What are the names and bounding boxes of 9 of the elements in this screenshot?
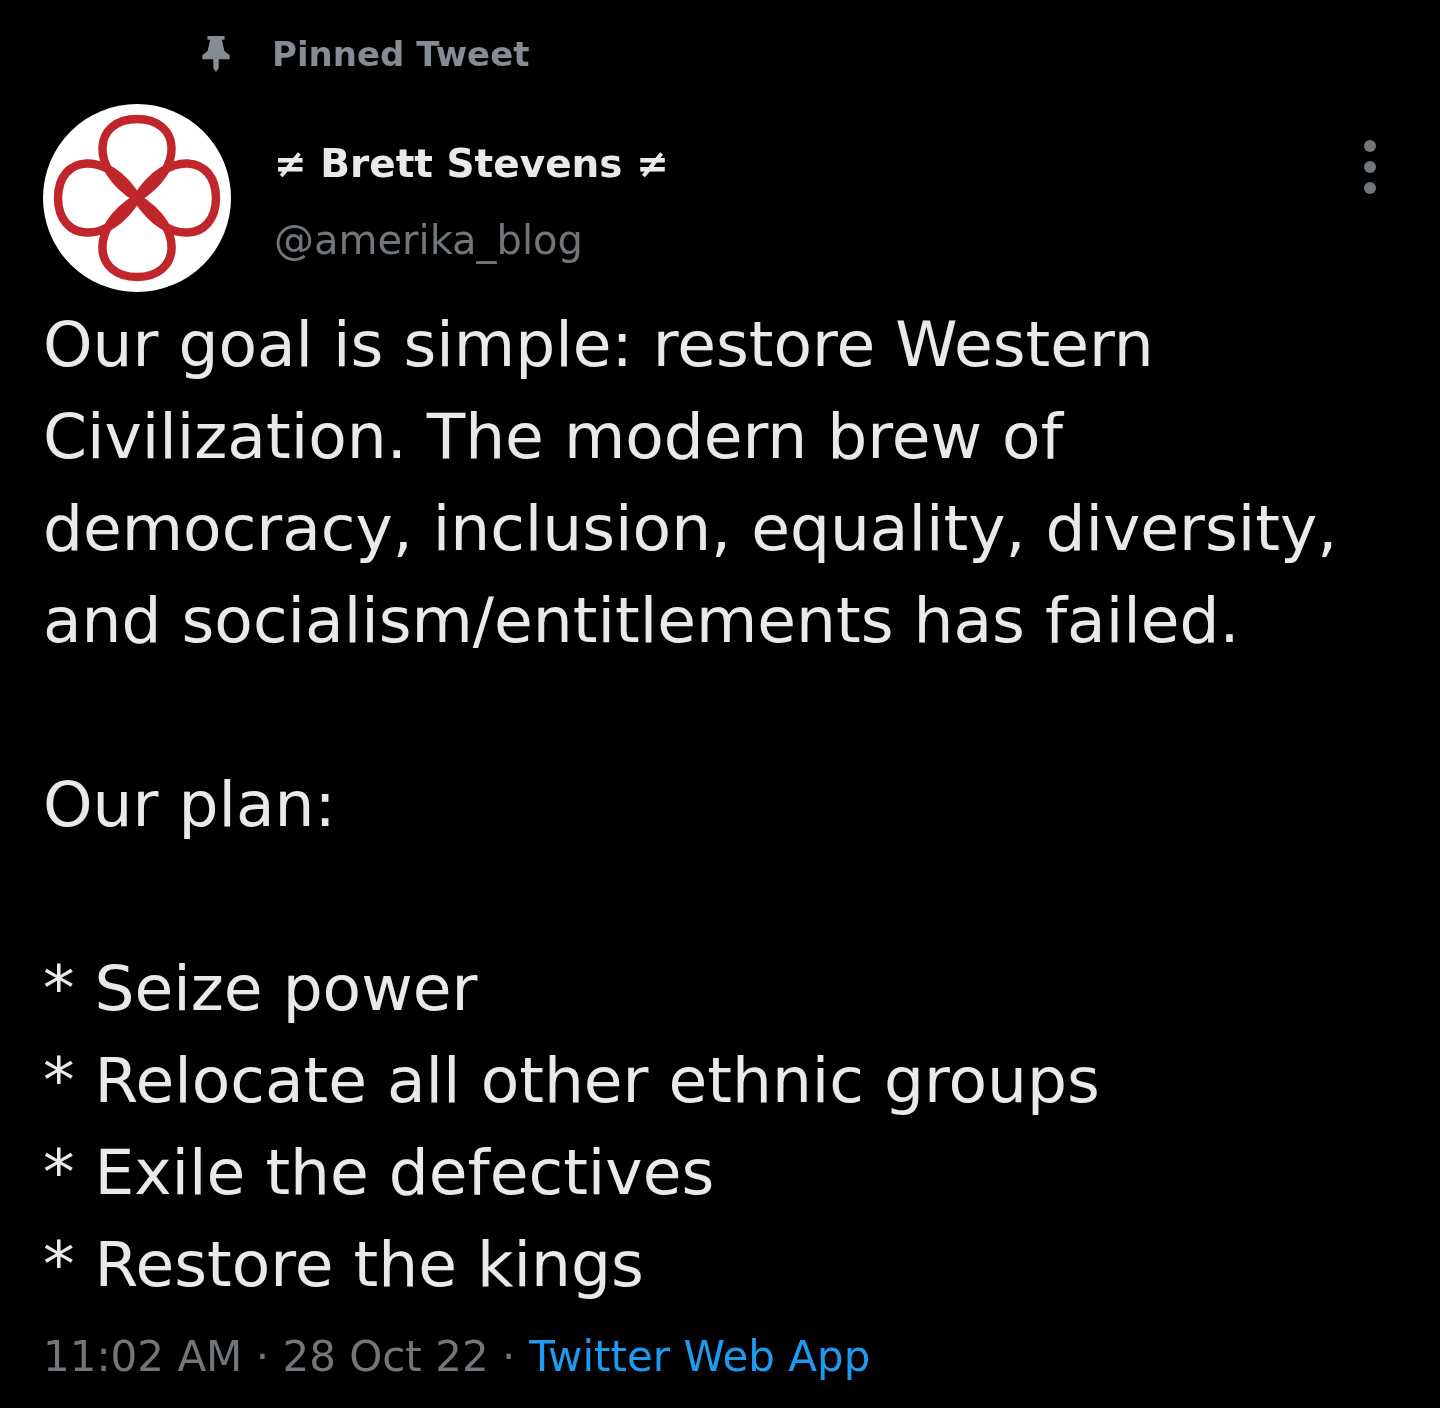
source-link[interactable]: Twitter Web App xyxy=(529,1329,871,1385)
pinned-label: Pinned Tweet xyxy=(272,34,530,74)
tweet-text: Our goal is simple: restore Western Civilization. The modern brew of democracy, inclusion, equality, diversity, and socialism/entitlements has failed. Our plan: * Seize power * Relocate all other ethnic groups * Exile the defectives * Restore the kings xyxy=(43,307,1339,1303)
pin-icon xyxy=(200,36,232,72)
avatar-icon[interactable] xyxy=(43,104,231,292)
tweet-timestamp: 11:02 AM · 28 Oct 22 · xyxy=(43,1331,516,1383)
author-name[interactable]: ≠ Brett Stevens ≠ xyxy=(274,137,669,191)
author-handle[interactable]: @amerika_blog xyxy=(274,213,583,267)
more-icon[interactable] xyxy=(1364,140,1376,194)
